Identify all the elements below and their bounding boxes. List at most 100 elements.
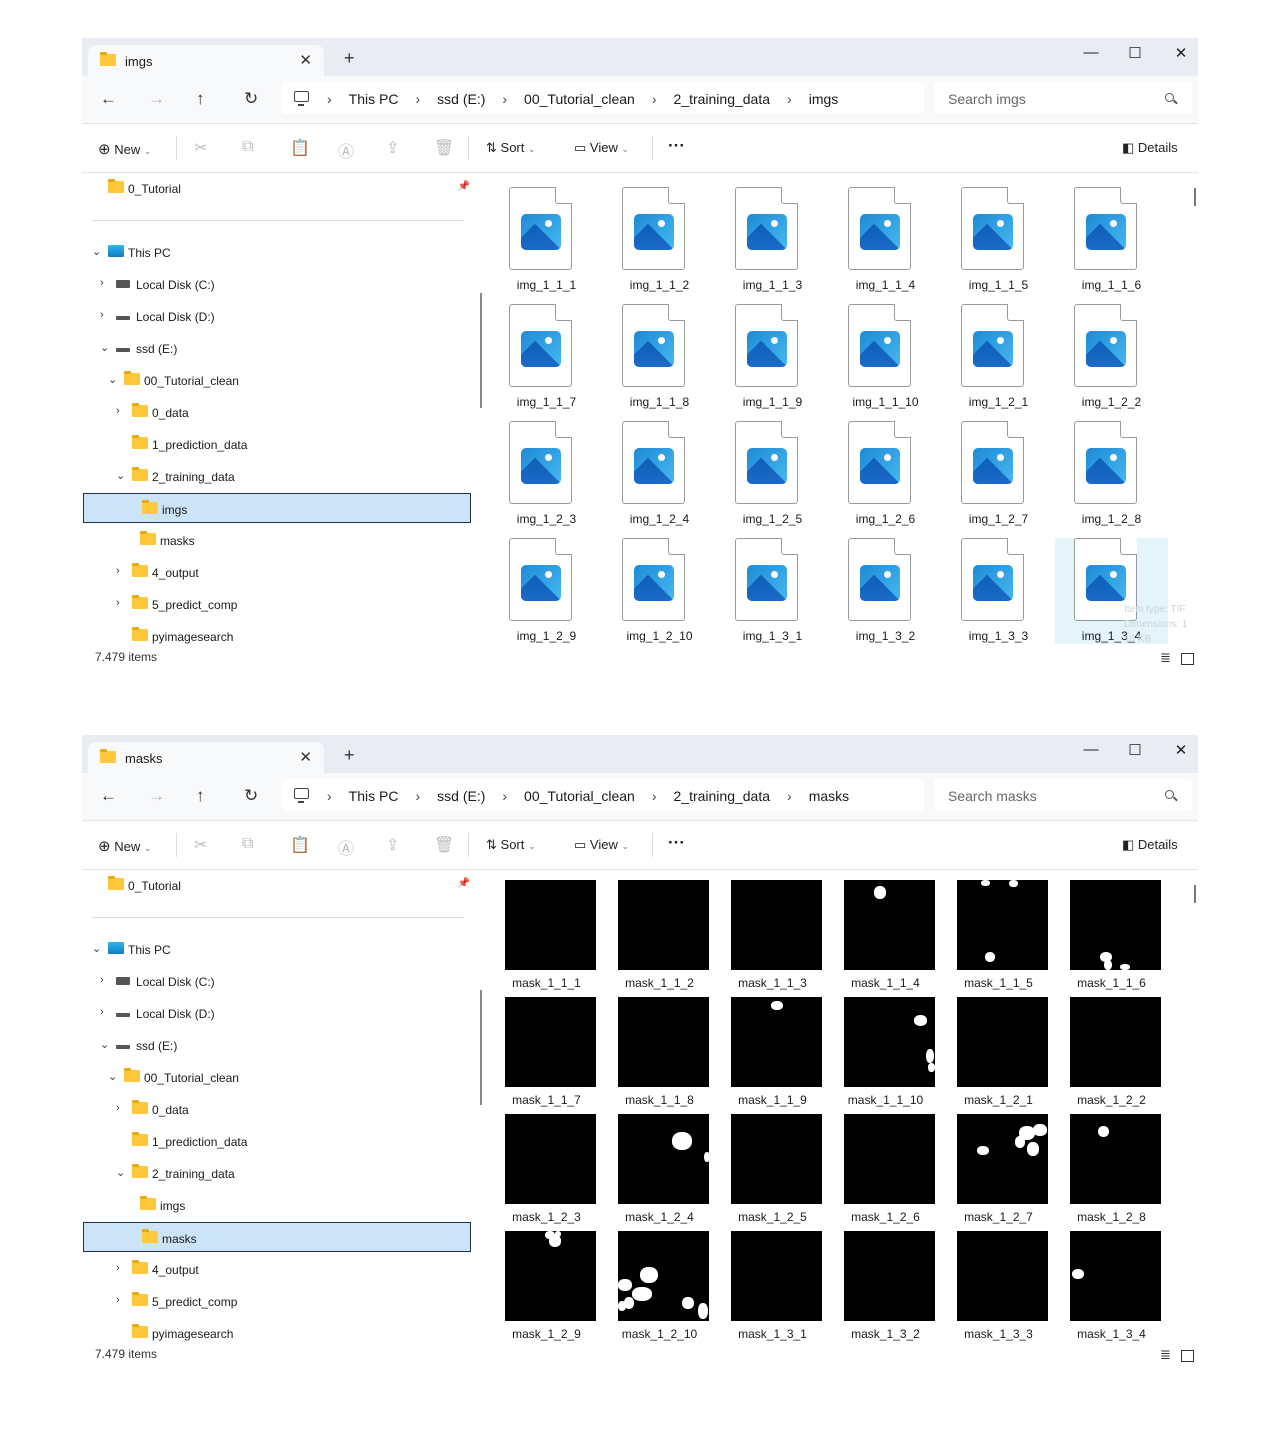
sidebar-item-1-prediction-data[interactable]: 1_prediction_data xyxy=(82,429,472,459)
file-item[interactable]: mask_1_1_9 xyxy=(716,987,829,1107)
content-scrollbar[interactable] xyxy=(1194,188,1196,206)
close-tab-icon[interactable]: ✕ xyxy=(299,748,312,766)
file-item[interactable]: mask_1_3_3 xyxy=(942,1221,1055,1341)
paste-icon[interactable]: 📋 xyxy=(290,835,310,855)
breadcrumb[interactable]: › This PC › ssd (E:) › 00_Tutorial_clean… xyxy=(282,779,924,811)
delete-icon[interactable]: 🗑 xyxy=(434,835,454,855)
tab-current[interactable]: masks ✕ xyxy=(88,742,324,773)
file-item[interactable]: img_1_1_10 xyxy=(829,304,942,421)
file-item[interactable]: mask_1_2_6 xyxy=(829,1104,942,1224)
more-options-icon[interactable]: ··· xyxy=(668,833,685,853)
tab-current[interactable]: imgs ✕ xyxy=(88,45,324,76)
file-item[interactable]: img_1_3_1 xyxy=(716,538,829,644)
details-view-icon[interactable]: ≣ xyxy=(1160,1347,1171,1362)
file-item[interactable]: img_1_2_5 xyxy=(716,421,829,538)
details-button[interactable]: ◧ Details xyxy=(1122,837,1178,853)
content-scrollbar[interactable] xyxy=(1194,885,1196,903)
file-item[interactable]: mask_1_1_8 xyxy=(603,987,716,1107)
file-item[interactable]: mask_1_2_8 xyxy=(1055,1104,1168,1224)
chevron-right-icon[interactable]: › xyxy=(100,277,110,289)
file-item[interactable]: mask_1_1_1 xyxy=(490,870,603,990)
up-arrow-icon[interactable]: ↑ xyxy=(196,786,205,806)
sidebar-item-2-training-data[interactable]: ⌄ 2_training_data xyxy=(82,1158,472,1188)
back-arrow-icon[interactable]: ← xyxy=(100,786,117,806)
sidebar-item-ssd[interactable]: ⌄ ssd (E:) xyxy=(82,1030,472,1060)
chevron-down-icon[interactable]: ⌄ xyxy=(92,245,102,258)
file-item[interactable]: img_1_2_3 xyxy=(490,421,603,538)
file-item[interactable]: mask_1_1_3 xyxy=(716,870,829,990)
file-item[interactable]: img_1_2_7 xyxy=(942,421,1055,538)
file-item[interactable]: mask_1_1_4 xyxy=(829,870,942,990)
sidebar-item-imgs[interactable]: imgs xyxy=(82,1190,472,1220)
tiles-view-icon[interactable] xyxy=(1180,1349,1194,1362)
delete-icon[interactable]: 🗑 xyxy=(434,138,454,158)
file-item[interactable]: img_1_1_2 xyxy=(603,187,716,304)
breadcrumb-tutorial-clean[interactable]: 00_Tutorial_clean xyxy=(524,788,635,804)
refresh-icon[interactable]: ↻ xyxy=(244,786,258,806)
sidebar-scrollbar[interactable] xyxy=(480,293,482,408)
breadcrumb-this-pc[interactable]: This PC xyxy=(349,788,399,804)
view-button[interactable]: ▭ View ⌄ xyxy=(574,140,629,156)
breadcrumb-ssd[interactable]: ssd (E:) xyxy=(437,788,485,804)
sidebar-item-0-data[interactable]: › 0_data xyxy=(82,397,472,427)
view-button[interactable]: ▭ View ⌄ xyxy=(574,837,629,853)
sidebar-item-imgs[interactable]: imgs xyxy=(83,493,471,523)
sidebar-item-0-data[interactable]: › 0_data xyxy=(82,1094,472,1124)
up-arrow-icon[interactable]: ↑ xyxy=(196,89,205,109)
file-item[interactable]: mask_1_1_6 xyxy=(1055,870,1168,990)
sidebar-item-masks[interactable]: masks xyxy=(83,1222,471,1252)
breadcrumb-training-data[interactable]: 2_training_data xyxy=(674,788,771,804)
file-item[interactable]: img_1_2_6 xyxy=(829,421,942,538)
file-item[interactable]: mask_1_3_1 xyxy=(716,1221,829,1341)
close-tab-icon[interactable]: ✕ xyxy=(299,51,312,69)
minimize-button[interactable]: — xyxy=(1076,44,1106,61)
sidebar-item-00-tutorial-clean[interactable]: ⌄ 00_Tutorial_clean xyxy=(82,1062,472,1092)
file-item[interactable]: img_1_1_3 xyxy=(716,187,829,304)
breadcrumb-current[interactable]: masks xyxy=(809,788,849,804)
file-item[interactable]: img_1_1_8 xyxy=(603,304,716,421)
sidebar-item-masks[interactable]: masks xyxy=(82,525,472,555)
file-item[interactable]: img_1_1_1 xyxy=(490,187,603,304)
sidebar-item-4-output[interactable]: › 4_output xyxy=(82,557,472,587)
file-item[interactable]: mask_1_3_2 xyxy=(829,1221,942,1341)
chevron-right-icon[interactable]: › xyxy=(116,1294,126,1306)
close-window-button[interactable]: ✕ xyxy=(1166,44,1196,62)
search-input[interactable]: Search imgs xyxy=(934,82,1192,114)
sidebar-item-this-pc[interactable]: ⌄ This PC xyxy=(82,934,472,964)
copy-icon[interactable]: ⧉ xyxy=(242,138,253,156)
file-item[interactable]: img_1_1_6 xyxy=(1055,187,1168,304)
file-item[interactable]: img_1_2_8 xyxy=(1055,421,1168,538)
forward-arrow-icon[interactable]: → xyxy=(148,89,165,109)
sidebar-item-5-predict-comp[interactable]: › 5_predict_comp xyxy=(82,589,472,619)
file-item[interactable]: img_1_2_10 xyxy=(603,538,716,644)
file-item[interactable]: mask_1_2_7 xyxy=(942,1104,1055,1224)
file-item[interactable]: img_1_1_9 xyxy=(716,304,829,421)
chevron-down-icon[interactable]: ⌄ xyxy=(108,1070,118,1083)
chevron-right-icon[interactable]: › xyxy=(116,565,126,577)
sidebar-item-2-training-data[interactable]: ⌄ 2_training_data xyxy=(82,461,472,491)
sidebar-item-local-c[interactable]: › Local Disk (C:) xyxy=(82,966,472,996)
chevron-right-icon[interactable]: › xyxy=(100,309,110,321)
maximize-button[interactable]: ☐ xyxy=(1120,741,1150,759)
file-item[interactable]: img_1_1_7 xyxy=(490,304,603,421)
file-item[interactable]: img_1_2_4 xyxy=(603,421,716,538)
copy-icon[interactable]: ⧉ xyxy=(242,835,253,853)
chevron-right-icon[interactable]: › xyxy=(116,405,126,417)
sidebar-item-00-tutorial-clean[interactable]: ⌄ 00_Tutorial_clean xyxy=(82,365,472,395)
file-item[interactable]: mask_1_2_9 xyxy=(490,1221,603,1341)
rename-icon[interactable]: Ⓐ xyxy=(338,835,354,859)
sidebar-item-4-output[interactable]: › 4_output xyxy=(82,1254,472,1284)
file-item[interactable]: mask_1_2_1 xyxy=(942,987,1055,1107)
sidebar-item-local-d[interactable]: › Local Disk (D:) xyxy=(82,301,472,331)
sidebar-item-local-d[interactable]: › Local Disk (D:) xyxy=(82,998,472,1028)
sidebar-item-this-pc[interactable]: ⌄ This PC xyxy=(82,237,472,267)
paste-icon[interactable]: 📋 xyxy=(290,138,310,158)
share-icon[interactable]: ⇪ xyxy=(386,138,399,158)
share-icon[interactable]: ⇪ xyxy=(386,835,399,855)
chevron-right-icon[interactable]: › xyxy=(100,974,110,986)
new-button[interactable]: ⊕ New ⌄ xyxy=(98,140,151,158)
sidebar-item-0-tutorial[interactable]: 0_Tutorial 📌 xyxy=(82,173,472,203)
file-item[interactable]: mask_1_3_4 xyxy=(1055,1221,1168,1341)
file-item[interactable]: mask_1_1_5 xyxy=(942,870,1055,990)
file-item[interactable]: img_1_3_2 xyxy=(829,538,942,644)
